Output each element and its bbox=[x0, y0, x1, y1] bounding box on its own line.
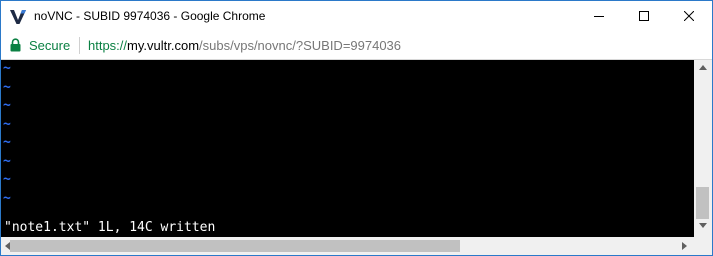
editor-status-line: "note1.txt" 1L, 14C written bbox=[4, 220, 216, 235]
tilde-marker: ~ bbox=[3, 153, 11, 169]
address-bar[interactable]: Secure https://my.vultr.com/subs/vps/nov… bbox=[1, 32, 712, 60]
url-host: my.vultr.com bbox=[127, 38, 200, 53]
horizontal-scrollbar[interactable] bbox=[1, 237, 694, 255]
browser-window: noVNC - SUBID 9974036 - Google Chrome Se… bbox=[0, 0, 713, 256]
tilde-marker: ~ bbox=[3, 190, 11, 206]
close-button[interactable] bbox=[666, 1, 712, 31]
title-bar[interactable]: noVNC - SUBID 9974036 - Google Chrome bbox=[1, 1, 712, 32]
vertical-scrollbar[interactable] bbox=[694, 60, 712, 237]
maximize-icon bbox=[639, 11, 649, 21]
url-field[interactable]: https://my.vultr.com/subs/vps/novnc/?SUB… bbox=[88, 38, 401, 53]
vultr-logo-icon bbox=[10, 10, 26, 24]
tilde-marker: ~ bbox=[3, 172, 11, 187]
secure-label[interactable]: Secure bbox=[29, 38, 70, 53]
tilde-marker: ~ bbox=[3, 61, 11, 76]
empty-line-markers: ~ ~ ~ ~ ~ ~ ~ ~ bbox=[3, 60, 11, 208]
scrollbar-corner bbox=[694, 237, 712, 255]
maximize-button[interactable] bbox=[621, 1, 667, 31]
tilde-marker: ~ bbox=[3, 116, 11, 132]
tilde-marker: ~ bbox=[3, 79, 11, 95]
scroll-up-arrow-icon[interactable] bbox=[699, 65, 707, 70]
url-scheme: https:// bbox=[88, 38, 128, 53]
url-path: /subs/vps/novnc/?SUBID=9974036 bbox=[199, 38, 402, 53]
lock-icon[interactable] bbox=[10, 38, 21, 52]
window-title: noVNC - SUBID 9974036 - Google Chrome bbox=[34, 9, 266, 23]
minimize-icon bbox=[594, 16, 604, 17]
minimize-button[interactable] bbox=[576, 1, 622, 31]
close-icon bbox=[684, 11, 694, 21]
scroll-right-arrow-icon[interactable] bbox=[682, 242, 687, 250]
vnc-terminal-canvas[interactable]: ~ ~ ~ ~ ~ ~ ~ ~ "note1.txt" 1L, 14C writ… bbox=[1, 60, 694, 237]
tilde-marker: ~ bbox=[3, 135, 11, 150]
vertical-scroll-thumb[interactable] bbox=[696, 187, 709, 219]
address-separator bbox=[79, 37, 80, 54]
tilde-marker: ~ bbox=[3, 98, 11, 113]
scroll-down-arrow-icon[interactable] bbox=[699, 223, 707, 228]
horizontal-scroll-thumb[interactable] bbox=[10, 240, 460, 252]
